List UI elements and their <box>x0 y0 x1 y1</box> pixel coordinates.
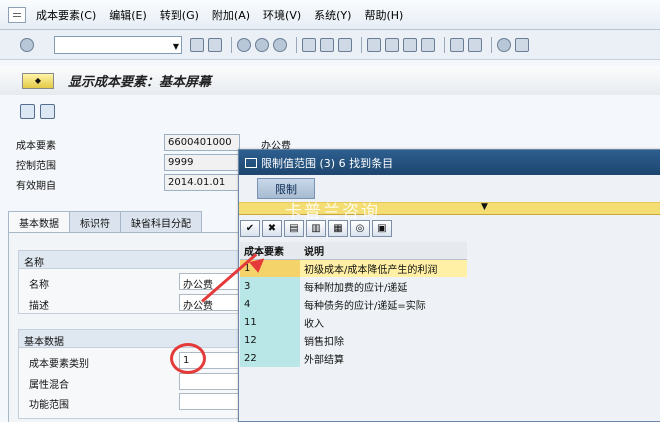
print-icon[interactable]: ▣ <box>372 220 392 237</box>
toolbar-separator <box>231 36 232 53</box>
functional-area-label: 功能范围 <box>29 400 69 411</box>
cost-element-field[interactable]: 6600401000 <box>164 134 240 151</box>
basic-data-group-title: 基本数据 <box>19 330 253 348</box>
application-toolbar <box>20 104 55 119</box>
attribute-mix-label: 属性混合 <box>29 380 69 391</box>
valid-from-label: 有效期自 <box>16 181 56 192</box>
controlling-area-field[interactable]: 9999 <box>164 154 240 171</box>
row-description[interactable]: 收入 <box>300 313 467 331</box>
help-icon[interactable] <box>497 37 511 52</box>
shortcut-icon[interactable] <box>468 37 482 52</box>
first-page-icon[interactable] <box>367 37 381 52</box>
menu-extras[interactable]: 附加(A) <box>212 7 250 23</box>
dropdown-arrow-icon[interactable]: ▼ <box>173 42 179 51</box>
previous-page-icon[interactable] <box>385 37 399 52</box>
find-icon[interactable] <box>320 37 334 52</box>
value-list-table: 成本要素 说明 1 初级成本/成本降低产生的利润 3 每种附加费的应计/递延 4 每种… <box>240 242 467 367</box>
table-row[interactable]: 11 收入 <box>240 313 467 331</box>
name-group-title: 名称 <box>19 251 253 269</box>
row-description[interactable]: 每种债务的应计/递延=实际 <box>300 295 467 313</box>
watermark-text: 卡普兰咨询 <box>285 202 380 222</box>
next-page-icon[interactable] <box>403 37 417 52</box>
menu-help[interactable]: 帮助(H) <box>364 7 403 23</box>
description-label: 描述 <box>29 301 49 312</box>
layout-menu-icon[interactable] <box>515 37 529 52</box>
print-icon[interactable] <box>302 37 316 52</box>
window-menu-icon[interactable] <box>8 6 26 23</box>
popup-toolbar: ✔ ✖ ▤ ▥ ▦ ◎ ▣ <box>240 220 392 237</box>
search-object-icon[interactable] <box>40 104 55 119</box>
row-code[interactable]: 22 <box>240 349 300 367</box>
menu-system[interactable]: 系统(Y) <box>314 7 351 23</box>
exit-icon[interactable] <box>255 37 269 52</box>
popup-header: 限制值范围 (3) 6 找到条目 <box>239 150 660 175</box>
standard-toolbar: ▼ <box>0 30 660 60</box>
cancel-icon[interactable] <box>273 37 287 52</box>
row-description[interactable]: 销售扣除 <box>300 331 467 349</box>
last-page-icon[interactable] <box>421 37 435 52</box>
find-next-icon[interactable] <box>338 37 352 52</box>
menu-edit[interactable]: 编辑(E) <box>109 7 147 23</box>
red-circle-annotation <box>170 343 206 374</box>
toolbar-separator <box>296 36 297 53</box>
name-label: 名称 <box>29 280 49 291</box>
table-row[interactable]: 1 初级成本/成本降低产生的利润 <box>240 259 467 277</box>
table-header-row: 成本要素 说明 <box>240 242 467 260</box>
column-cost-element: 成本要素 <box>240 242 300 260</box>
enter-icon[interactable] <box>20 37 34 52</box>
tab-indicators[interactable]: 标识符 <box>69 211 121 232</box>
table-row[interactable]: 22 外部结算 <box>240 349 467 367</box>
command-field[interactable]: ▼ <box>54 35 182 54</box>
row-description[interactable]: 每种附加费的应计/递延 <box>300 277 467 295</box>
row-code[interactable]: 3 <box>240 277 300 295</box>
cost-element-label: 成本要素 <box>16 141 56 152</box>
basic-data-group: 基本数据 成本要素类别 1 属性混合 功能范围 <box>18 329 254 419</box>
popup-window-icon <box>245 157 257 168</box>
table-row[interactable]: 4 每种债务的应计/递延=实际 <box>240 295 467 313</box>
cancel-x-icon[interactable]: ✖ <box>262 220 282 237</box>
row-code[interactable]: 12 <box>240 331 300 349</box>
tab-basic-data[interactable]: 基本数据 <box>8 211 70 232</box>
screen-title-bar: ◆ 显示成本要素：基本屏幕 <box>0 66 660 95</box>
toolbar-separator <box>491 36 492 53</box>
restrict-value-range-popup: 限制值范围 (3) 6 找到条目 限制 卡普兰咨询 ▼ ✔ ✖ ▤ ▥ ▦ ◎ … <box>238 149 660 422</box>
valid-from-field[interactable]: 2014.01.01 <box>164 174 240 191</box>
column-description: 说明 <box>300 242 467 260</box>
menu-goto[interactable]: 转到(G) <box>160 7 199 23</box>
popup-title: 限制值范围 (3) 6 找到条目 <box>261 156 394 170</box>
category-label: 成本要素类别 <box>29 359 89 370</box>
confirm-check-icon[interactable]: ✔ <box>240 220 260 237</box>
back-icon[interactable] <box>190 37 204 52</box>
screen-title: 显示成本要素：基本屏幕 <box>68 75 212 90</box>
menu-cost-element[interactable]: 成本要素(C) <box>36 7 96 23</box>
sort-icon[interactable]: ▦ <box>328 220 348 237</box>
table-row[interactable]: 3 每种附加费的应计/递延 <box>240 277 467 295</box>
create-session-icon[interactable] <box>450 37 464 52</box>
sap-window: 成本要素(C) 编辑(E) 转到(G) 附加(A) 环境(V) 系统(Y) 帮助… <box>0 0 660 422</box>
tab-default-account-assignment[interactable]: 缺省科目分配 <box>120 211 202 232</box>
save-icon[interactable] <box>208 37 222 52</box>
change-display-icon[interactable] <box>20 104 35 119</box>
menu-environment[interactable]: 环境(V) <box>263 7 301 23</box>
toolbar-separator <box>361 36 362 53</box>
find-next-icon[interactable]: ▥ <box>306 220 326 237</box>
toolbar-separator <box>444 36 445 53</box>
detail-tabs: 基本数据 标识符 缺省科目分配 <box>8 211 248 233</box>
back-navigation-icon[interactable] <box>237 37 251 52</box>
controlling-area-label: 控制范围 <box>16 161 56 172</box>
restrictions-tab[interactable]: 限制 <box>257 178 315 199</box>
row-code[interactable]: 4 <box>240 295 300 313</box>
find-icon[interactable]: ▤ <box>284 220 304 237</box>
row-code[interactable]: 11 <box>240 313 300 331</box>
row-description[interactable]: 初级成本/成本降低产生的利润 <box>300 259 467 277</box>
name-group: 名称 名称 办公费 描述 办公费 <box>18 250 254 314</box>
table-row[interactable]: 12 销售扣除 <box>240 331 467 349</box>
settings-icon[interactable]: ◎ <box>350 220 370 237</box>
expand-toolbar-button[interactable]: ◆ <box>22 72 54 89</box>
row-description[interactable]: 外部结算 <box>300 349 467 367</box>
mouse-cursor-icon: ▼ <box>481 202 488 212</box>
menu-bar: 成本要素(C) 编辑(E) 转到(G) 附加(A) 环境(V) 系统(Y) 帮助… <box>0 0 660 30</box>
